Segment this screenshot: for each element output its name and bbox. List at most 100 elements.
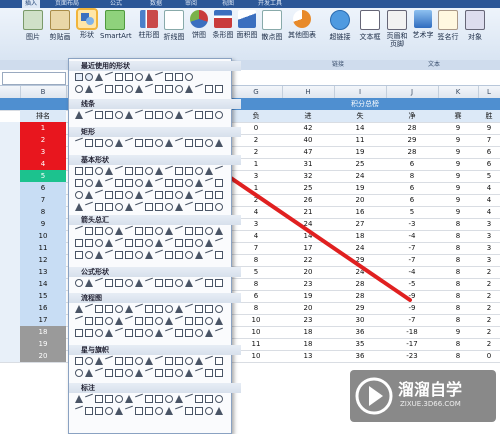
- table-cell[interactable]: 8: [438, 266, 478, 278]
- shape-option-icon[interactable]: [85, 369, 93, 377]
- shape-option-icon[interactable]: [185, 167, 193, 175]
- table-cell[interactable]: 19: [334, 182, 386, 194]
- shape-option-icon[interactable]: [155, 203, 163, 211]
- tab-developer[interactable]: 开发工具: [258, 0, 282, 8]
- pie-chart-button[interactable]: 饼图: [188, 10, 210, 40]
- table-cell[interactable]: 6: [386, 194, 438, 206]
- shape-option-icon[interactable]: [205, 355, 213, 360]
- shape-option-icon[interactable]: [135, 357, 143, 365]
- shape-option-icon[interactable]: [135, 369, 143, 377]
- shape-option-icon[interactable]: [115, 203, 123, 211]
- row-number[interactable]: [0, 338, 20, 350]
- table-cell[interactable]: -7: [386, 242, 438, 254]
- table-cell[interactable]: 35: [334, 338, 386, 350]
- table-cell[interactable]: -4: [386, 230, 438, 242]
- column-header-h[interactable]: H: [282, 86, 335, 98]
- shape-option-icon[interactable]: [105, 203, 113, 211]
- shape-option-icon[interactable]: [145, 317, 153, 325]
- rank-cell[interactable]: 1: [20, 122, 66, 134]
- shape-option-icon[interactable]: [85, 139, 93, 147]
- shape-option-icon[interactable]: [175, 357, 183, 365]
- scatter-chart-button[interactable]: 散点图: [261, 10, 283, 42]
- shape-option-icon[interactable]: [185, 179, 193, 187]
- shape-option-icon[interactable]: [75, 405, 83, 410]
- shape-option-icon[interactable]: [205, 317, 213, 325]
- shape-option-icon[interactable]: [195, 239, 203, 247]
- tab-view[interactable]: 视图: [222, 0, 234, 8]
- name-box[interactable]: [2, 72, 66, 85]
- shape-option-icon[interactable]: [195, 317, 203, 325]
- shape-option-icon[interactable]: [215, 203, 223, 211]
- shape-option-icon[interactable]: [75, 111, 83, 119]
- shape-option-icon[interactable]: [95, 305, 103, 313]
- shape-option-icon[interactable]: [185, 251, 193, 259]
- shape-option-icon[interactable]: [195, 277, 203, 282]
- shape-option-icon[interactable]: [165, 305, 173, 313]
- table-cell[interactable]: 2: [478, 290, 500, 302]
- shape-option-icon[interactable]: [115, 85, 123, 93]
- table-cell[interactable]: 2: [478, 326, 500, 338]
- shape-option-icon[interactable]: [155, 355, 163, 360]
- table-cell[interactable]: 4: [478, 194, 500, 206]
- shape-option-icon[interactable]: [205, 85, 213, 93]
- table-cell[interactable]: 29: [334, 302, 386, 314]
- shape-option-icon[interactable]: [105, 407, 113, 415]
- shape-option-icon[interactable]: [195, 367, 203, 372]
- shape-option-icon[interactable]: [85, 239, 93, 247]
- shape-option-icon[interactable]: [205, 407, 213, 415]
- smartart-button[interactable]: SmartArt: [100, 10, 132, 40]
- row-number[interactable]: [0, 266, 20, 278]
- shape-option-icon[interactable]: [85, 329, 93, 337]
- shape-option-icon[interactable]: [135, 393, 143, 398]
- shape-option-icon[interactable]: [75, 85, 83, 93]
- table-cell[interactable]: 18: [282, 326, 334, 338]
- shape-option-icon[interactable]: [85, 393, 93, 398]
- table-cell[interactable]: -7: [386, 314, 438, 326]
- row-number[interactable]: [0, 158, 20, 170]
- shape-option-icon[interactable]: [145, 179, 153, 187]
- table-cell[interactable]: 8: [438, 278, 478, 290]
- shape-option-icon[interactable]: [95, 395, 103, 403]
- table-cell[interactable]: 24: [282, 218, 334, 230]
- shape-option-icon[interactable]: [205, 279, 213, 287]
- column-header-i[interactable]: I: [334, 86, 387, 98]
- shape-option-icon[interactable]: [125, 369, 133, 377]
- shape-option-icon[interactable]: [105, 167, 113, 175]
- header-cell[interactable]: 排名: [20, 110, 66, 122]
- rank-cell[interactable]: 4: [20, 158, 66, 170]
- shape-option-icon[interactable]: [155, 317, 163, 325]
- shape-option-icon[interactable]: [125, 85, 133, 93]
- shape-option-icon[interactable]: [85, 191, 93, 199]
- shape-option-icon[interactable]: [135, 191, 143, 199]
- shape-option-icon[interactable]: [155, 85, 163, 93]
- table-cell[interactable]: 20: [282, 266, 334, 278]
- rank-cell[interactable]: 18: [20, 326, 66, 338]
- shape-option-icon[interactable]: [135, 227, 143, 235]
- table-cell[interactable]: 23: [282, 314, 334, 326]
- table-cell[interactable]: 23: [282, 278, 334, 290]
- shape-option-icon[interactable]: [75, 73, 83, 81]
- shape-option-icon[interactable]: [175, 279, 183, 287]
- row-number[interactable]: [0, 206, 20, 218]
- shape-option-icon[interactable]: [95, 357, 103, 365]
- row-number[interactable]: [0, 254, 20, 266]
- shape-option-icon[interactable]: [195, 189, 203, 194]
- table-cell[interactable]: 20: [334, 194, 386, 206]
- table-cell[interactable]: -23: [386, 350, 438, 362]
- shape-option-icon[interactable]: [215, 85, 223, 93]
- shape-option-icon[interactable]: [75, 179, 83, 187]
- shape-option-icon[interactable]: [115, 237, 123, 242]
- table-cell[interactable]: 25: [334, 158, 386, 170]
- shape-option-icon[interactable]: [105, 191, 113, 199]
- object-button[interactable]: 对象: [464, 10, 486, 42]
- shape-option-icon[interactable]: [155, 329, 163, 337]
- table-cell[interactable]: 7: [230, 242, 282, 254]
- shape-option-icon[interactable]: [105, 305, 113, 313]
- rank-cell[interactable]: 7: [20, 194, 66, 206]
- table-cell[interactable]: 28: [334, 290, 386, 302]
- rank-cell[interactable]: 10: [20, 230, 66, 242]
- table-cell[interactable]: 11: [334, 134, 386, 146]
- shape-option-icon[interactable]: [125, 279, 133, 287]
- shape-option-icon[interactable]: [145, 203, 153, 211]
- shape-option-icon[interactable]: [185, 407, 193, 415]
